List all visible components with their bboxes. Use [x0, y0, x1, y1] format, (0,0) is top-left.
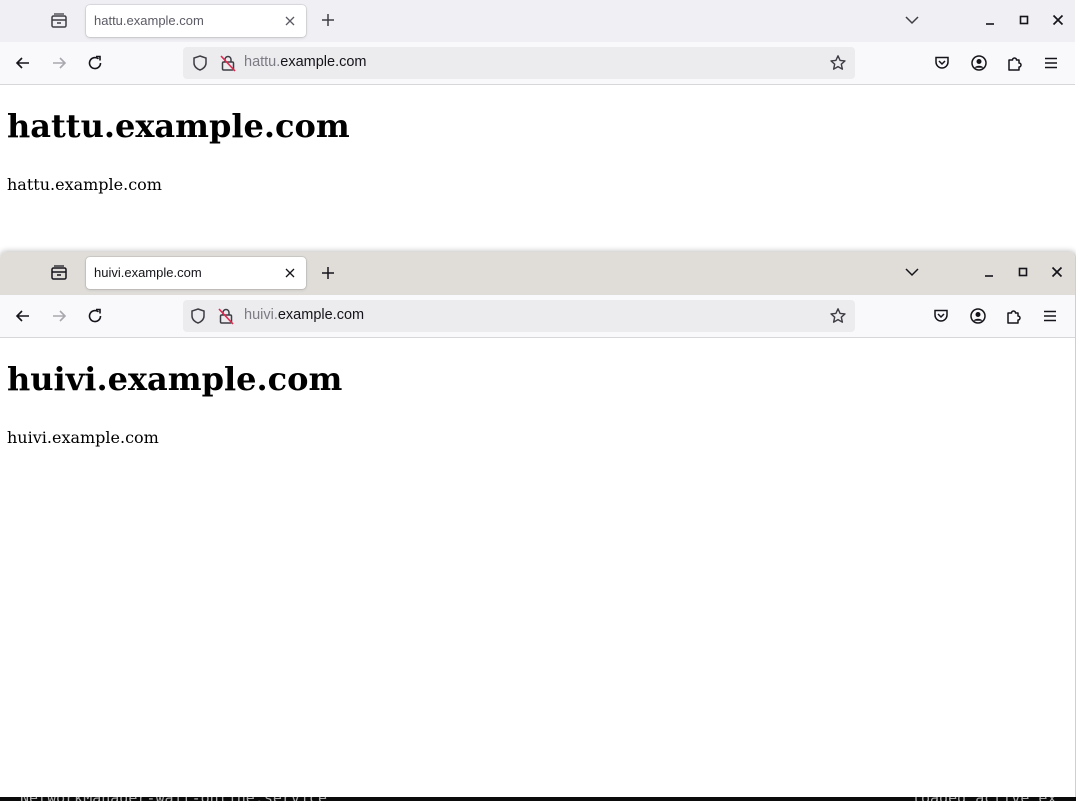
tab-title: hattu.example.com: [94, 13, 204, 28]
pocket-icon[interactable]: [933, 54, 951, 72]
page-paragraph: hattu.example.com: [7, 175, 162, 194]
back-arrow-icon[interactable]: [14, 307, 32, 325]
url-domain: example.com: [277, 307, 365, 323]
list-all-tabs-icon[interactable]: [904, 264, 920, 280]
url-domain: example.com: [280, 54, 367, 70]
list-all-tabs-icon[interactable]: [904, 12, 920, 28]
insecure-lock-icon[interactable]: [219, 54, 237, 72]
account-icon[interactable]: [970, 54, 988, 72]
extensions-puzzle-icon[interactable]: [1005, 307, 1023, 325]
tab-hattu[interactable]: hattu.example.com: [86, 5, 306, 37]
new-tab-icon[interactable]: [320, 12, 336, 28]
page-heading: hattu.example.com: [7, 107, 350, 145]
pocket-icon[interactable]: [932, 307, 950, 325]
new-tab-icon[interactable]: [320, 265, 336, 281]
hamburger-menu-icon[interactable]: [1042, 54, 1060, 72]
maximize-icon[interactable]: [1015, 264, 1031, 280]
hamburger-menu-icon[interactable]: [1041, 307, 1059, 325]
page-paragraph: huivi.example.com: [7, 428, 159, 447]
tab-groups-icon[interactable]: [50, 264, 68, 282]
url-bar[interactable]: hattu.example.com: [183, 47, 855, 79]
maximize-icon[interactable]: [1016, 12, 1032, 28]
tracking-protection-shield-icon[interactable]: [191, 54, 209, 72]
insecure-lock-icon[interactable]: [217, 307, 235, 325]
url-subdomain: huivi.: [244, 307, 278, 323]
forward-arrow-icon: [50, 307, 68, 325]
close-window-icon[interactable]: [1049, 264, 1065, 280]
url-text[interactable]: huivi.example.com: [244, 307, 364, 323]
minimize-icon[interactable]: [982, 12, 998, 28]
navigation-toolbar: hattu.example.com: [0, 42, 1075, 85]
tab-bar: hattu.example.com: [0, 0, 1075, 42]
browser-window-hattu: hattu.example.com hattu.example.com hatt…: [0, 0, 1075, 250]
tab-huivi[interactable]: huivi.example.com: [86, 257, 306, 289]
url-text[interactable]: hattu.example.com: [244, 54, 367, 70]
tab-bar: huivi.example.com: [0, 252, 1075, 295]
browser-window-huivi: huivi.example.com huivi.example.com huiv…: [0, 252, 1076, 797]
close-tab-icon[interactable]: [282, 265, 298, 281]
bookmark-star-icon[interactable]: [829, 54, 847, 72]
tab-title: huivi.example.com: [94, 265, 202, 280]
tracking-protection-shield-icon[interactable]: [189, 307, 207, 325]
close-window-icon[interactable]: [1050, 12, 1066, 28]
bookmark-star-icon[interactable]: [829, 307, 847, 325]
minimize-icon[interactable]: [981, 264, 997, 280]
close-tab-icon[interactable]: [282, 13, 298, 29]
reload-icon[interactable]: [86, 54, 104, 72]
tab-groups-icon[interactable]: [50, 12, 68, 30]
url-subdomain: hattu.: [244, 54, 281, 70]
forward-arrow-icon: [50, 54, 68, 72]
navigation-toolbar: huivi.example.com: [0, 295, 1075, 338]
page-heading: huivi.example.com: [7, 360, 343, 398]
account-icon[interactable]: [969, 307, 987, 325]
url-bar[interactable]: huivi.example.com: [183, 300, 855, 332]
reload-icon[interactable]: [86, 307, 104, 325]
extensions-puzzle-icon[interactable]: [1006, 54, 1024, 72]
back-arrow-icon[interactable]: [14, 54, 32, 72]
